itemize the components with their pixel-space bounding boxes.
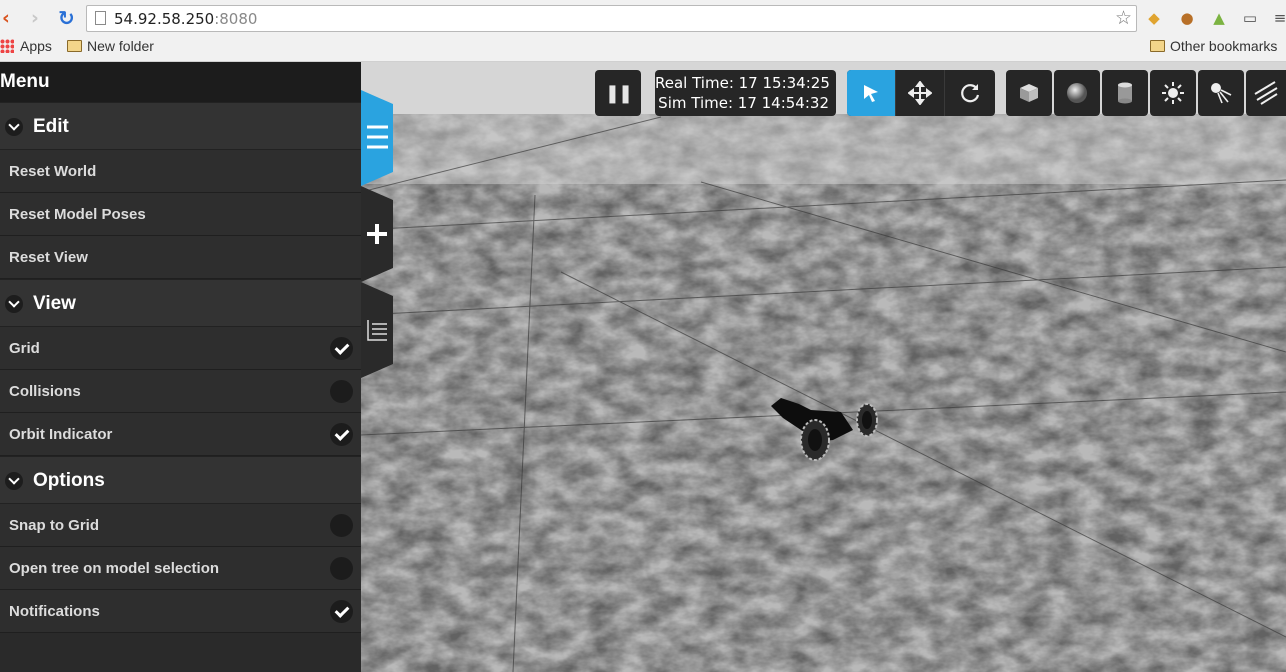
rotate-icon (960, 84, 979, 103)
checkmark-icon[interactable] (330, 600, 353, 623)
bookmark-star-icon[interactable]: ☆ (1115, 7, 1132, 29)
menu-item-orbit-indicator[interactable]: Orbit Indicator (0, 413, 361, 456)
cast-icon[interactable]: ▭ (1240, 8, 1260, 28)
bookmark-bar: Apps New folder Other bookmarks (0, 36, 1286, 62)
cookie-icon[interactable]: ● (1177, 8, 1197, 28)
menu-item-snap-to-grid[interactable]: Snap to Grid (0, 504, 361, 547)
menu-item-label: Snap to Grid (9, 517, 99, 534)
menu-item-reset-view[interactable]: Reset View (0, 236, 361, 279)
real-time: Real Time: 17 15:34:25 (655, 74, 830, 92)
folder-icon (1150, 40, 1165, 52)
menu-title: Menu (0, 62, 361, 102)
bookmark-other-label: Other bookmarks (1170, 38, 1278, 54)
translate-mode-button[interactable] (896, 70, 945, 116)
terrain-texture (361, 114, 1286, 672)
back-icon[interactable]: ‹ (2, 8, 10, 28)
terrain-haze (361, 114, 1286, 184)
insert-point-light-button[interactable] (1150, 70, 1196, 116)
rotate-mode-button[interactable] (945, 70, 994, 116)
reload-icon[interactable]: ↻ (58, 8, 75, 28)
insert-cylinder-button[interactable] (1102, 70, 1148, 116)
bookmark-apps[interactable]: Apps (0, 38, 52, 54)
url-host: 54.92.58.250 (114, 10, 215, 28)
menu-tab[interactable] (361, 90, 393, 186)
tree-tab[interactable] (361, 282, 393, 378)
section-edit-label: Edit (33, 116, 69, 137)
section-edit-header[interactable]: Edit (0, 102, 361, 150)
address-bar[interactable]: 54.92.58.250:8080 ☆ (86, 5, 1137, 32)
menu-item-reset-world[interactable]: Reset World (0, 150, 361, 193)
url-port: :8080 (214, 10, 258, 28)
section-options-header[interactable]: Options (0, 456, 361, 504)
spotlight-icon (1211, 83, 1232, 104)
chrome-menu-icon[interactable]: ≡ (1270, 8, 1286, 28)
forward-icon[interactable]: › (31, 8, 39, 28)
move-arrows-icon (908, 81, 932, 105)
3d-viewport[interactable] (361, 62, 1286, 672)
menu-item-label: Reset View (9, 249, 88, 266)
box-icon (1020, 84, 1038, 102)
time-display: Real Time: 17 15:34:25 Sim Time: 17 14:5… (655, 70, 836, 116)
menu-item-label: Orbit Indicator (9, 426, 113, 443)
android-icon[interactable]: ▲ (1209, 8, 1229, 28)
browser-toolbar: ‹ › ↻ 54.92.58.250:8080 ☆ ◆ ● ▲ ▭ ≡ (0, 0, 1286, 36)
menu-item-label: Grid (9, 340, 40, 357)
directional-light-icon (1254, 81, 1278, 105)
bookmark-folder-label: New folder (87, 38, 154, 54)
pause-button[interactable]: ❚❚ (595, 70, 641, 116)
section-view-header[interactable]: View (0, 279, 361, 327)
arrow-cursor-icon (864, 85, 878, 102)
apps-grid-icon (0, 39, 14, 53)
cylinder-icon (1118, 82, 1132, 104)
bookmark-apps-label: Apps (20, 38, 52, 54)
menu-item-label: Collisions (9, 383, 81, 400)
page-icon (95, 11, 106, 25)
menu-item-label: Notifications (9, 603, 100, 620)
toggle-off-icon[interactable] (330, 380, 353, 403)
chevron-down-icon (5, 472, 23, 490)
toggle-off-icon[interactable] (330, 514, 353, 537)
scene-render (361, 62, 1286, 672)
extension-puzzle-icon[interactable]: ◆ (1144, 8, 1164, 28)
menu-item-open-tree[interactable]: Open tree on model selection (0, 547, 361, 590)
sphere-icon (1067, 83, 1087, 103)
insert-spot-light-button[interactable] (1198, 70, 1244, 116)
menu-item-label: Reset World (9, 163, 97, 180)
menu-item-reset-model-poses[interactable]: Reset Model Poses (0, 193, 361, 236)
menu-item-label: Open tree on model selection (9, 560, 220, 577)
insert-tab[interactable] (361, 186, 393, 282)
toggle-off-icon[interactable] (330, 557, 353, 580)
url-text[interactable]: 54.92.58.250:8080 (114, 10, 257, 28)
pause-icon: ❚❚ (604, 82, 633, 104)
section-view-label: View (33, 293, 76, 314)
sim-time: Sim Time: 17 14:54:32 (658, 94, 829, 112)
chevron-down-icon (5, 295, 23, 313)
section-options-label: Options (33, 470, 105, 491)
menu-item-grid[interactable]: Grid (0, 327, 361, 370)
menu-item-notifications[interactable]: Notifications (0, 590, 361, 633)
bookmark-other[interactable]: Other bookmarks (1150, 38, 1277, 54)
checkmark-icon[interactable] (330, 337, 353, 360)
sun-icon (1162, 82, 1184, 104)
insert-sphere-button[interactable] (1054, 70, 1100, 116)
chevron-down-icon (5, 118, 23, 136)
folder-icon (67, 40, 82, 52)
manipulation-tools (847, 70, 995, 116)
bookmark-new-folder[interactable]: New folder (67, 38, 154, 54)
menu-item-collisions[interactable]: Collisions (0, 370, 361, 413)
menu-panel: Menu Edit Reset World Reset Model Poses … (0, 62, 361, 672)
insert-box-button[interactable] (1006, 70, 1052, 116)
menu-item-label: Reset Model Poses (9, 206, 146, 223)
select-mode-button[interactable] (847, 70, 896, 116)
insert-directional-light-button[interactable] (1246, 70, 1286, 116)
checkmark-icon[interactable] (330, 423, 353, 446)
